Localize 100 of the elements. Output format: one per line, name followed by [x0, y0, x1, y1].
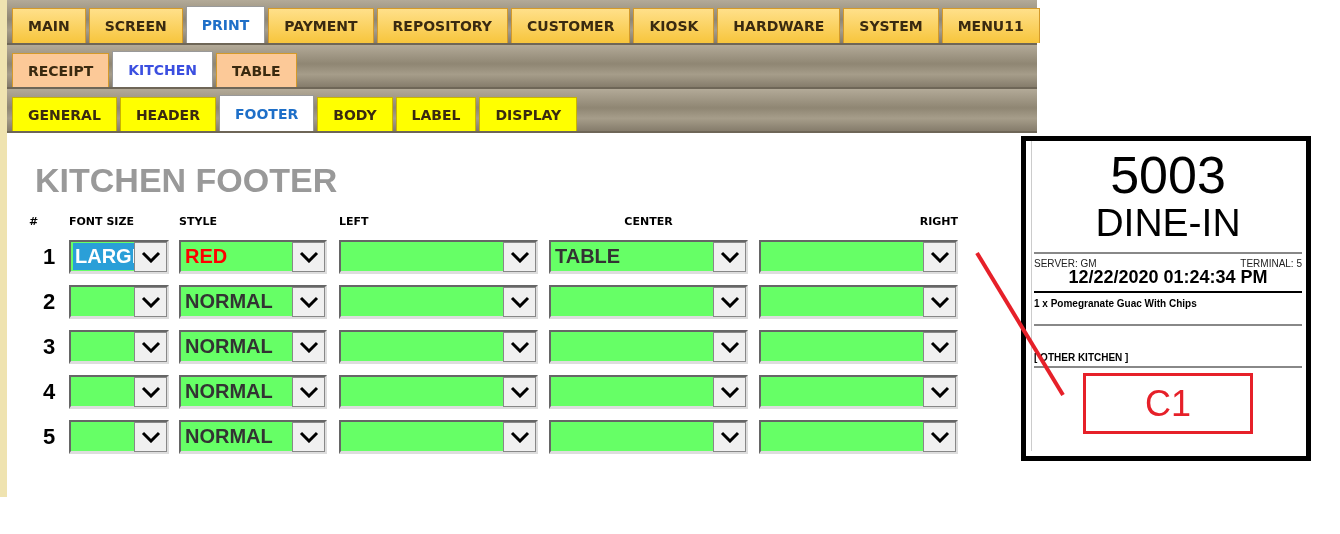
tab[interactable]: MENU11	[941, 8, 1040, 43]
column-header: RIGHT	[919, 215, 958, 229]
dropdown-button[interactable]	[292, 287, 325, 317]
tab[interactable]: MAIN	[12, 8, 86, 43]
chevron-down-icon	[298, 251, 319, 263]
dropdown-button[interactable]	[503, 242, 536, 272]
dropdown-button[interactable]	[923, 242, 956, 272]
field-value: NORMAL	[184, 425, 274, 448]
chevron-down-icon	[140, 296, 161, 308]
tab[interactable]: TABLE	[216, 53, 297, 87]
order-number: 5003	[1109, 149, 1227, 201]
dropdown-button[interactable]	[503, 422, 536, 452]
dropdown-button[interactable]	[713, 422, 746, 452]
dropdown-field[interactable]	[549, 285, 748, 319]
dropdown-field[interactable]	[339, 420, 538, 454]
dropdown-field[interactable]: NORMAL	[179, 330, 327, 364]
chevron-down-icon	[140, 431, 161, 443]
row-number: 1	[41, 244, 57, 270]
dropdown-field[interactable]: NORMAL	[179, 285, 327, 319]
dropdown-field[interactable]	[549, 375, 748, 409]
chevron-down-icon	[719, 251, 740, 263]
column-header: STYLE	[179, 215, 217, 229]
tab[interactable]: SYSTEM	[843, 8, 939, 43]
chevron-down-icon	[719, 386, 740, 398]
chevron-down-icon	[298, 296, 319, 308]
chevron-down-icon	[929, 431, 950, 443]
dropdown-button[interactable]	[134, 287, 167, 317]
chevron-down-icon	[509, 296, 530, 308]
chevron-down-icon	[509, 431, 530, 443]
dropdown-button[interactable]	[923, 377, 956, 407]
tab[interactable]: PAYMENT	[268, 8, 374, 43]
dropdown-field[interactable]	[759, 285, 958, 319]
dropdown-button[interactable]	[923, 422, 956, 452]
dropdown-field[interactable]	[759, 330, 958, 364]
row-number: 2	[41, 289, 57, 315]
dropdown-button[interactable]	[923, 332, 956, 362]
dropdown-field[interactable]: TABLE	[549, 240, 748, 274]
dropdown-button[interactable]	[134, 242, 167, 272]
dropdown-button[interactable]	[503, 332, 536, 362]
tab[interactable]: BODY	[317, 97, 393, 131]
dropdown-field[interactable]	[549, 330, 748, 364]
dropdown-button[interactable]	[292, 422, 325, 452]
tab[interactable]: HARDWARE	[717, 8, 841, 43]
tab[interactable]: PRINT	[185, 6, 266, 43]
dropdown-button[interactable]	[292, 242, 325, 272]
dropdown-field[interactable]	[339, 375, 538, 409]
chevron-down-icon	[509, 251, 530, 263]
order-type: DINE-IN	[1094, 203, 1242, 242]
chevron-down-icon	[140, 386, 161, 398]
dropdown-button[interactable]	[713, 242, 746, 272]
chevron-down-icon	[298, 386, 319, 398]
dropdown-button[interactable]	[713, 377, 746, 407]
tab[interactable]: RECEIPT	[12, 53, 110, 87]
dropdown-button[interactable]	[292, 377, 325, 407]
dropdown-field[interactable]	[339, 285, 538, 319]
tab[interactable]: FOOTER	[218, 95, 315, 131]
dropdown-button[interactable]	[713, 287, 746, 317]
dropdown-button[interactable]	[713, 332, 746, 362]
dropdown-button[interactable]	[134, 422, 167, 452]
server-label: SERVER: GM	[1034, 258, 1097, 269]
tab[interactable]: SCREEN	[88, 8, 183, 43]
dropdown-field[interactable]	[759, 420, 958, 454]
tab[interactable]: KITCHEN	[112, 51, 214, 87]
dropdown-field[interactable]	[69, 285, 169, 319]
receipt-datetime: 12/22/2020 01:24:34 PM	[1067, 267, 1269, 288]
dropdown-button[interactable]	[923, 287, 956, 317]
dropdown-field[interactable]: NORMAL	[179, 375, 327, 409]
dropdown-field[interactable]	[69, 330, 169, 364]
tab[interactable]: HEADER	[119, 97, 216, 131]
dropdown-field[interactable]	[339, 240, 538, 274]
chevron-down-icon	[929, 296, 950, 308]
tab[interactable]: REPOSITORY	[376, 8, 508, 43]
field-value: NORMAL	[184, 335, 274, 358]
dropdown-field[interactable]	[339, 330, 538, 364]
chevron-down-icon	[719, 431, 740, 443]
tab[interactable]: CUSTOMER	[511, 8, 631, 43]
tab[interactable]: GENERAL	[12, 97, 117, 131]
dropdown-field[interactable]	[69, 420, 169, 454]
terminal-label: TERMINAL: 5	[1240, 258, 1302, 269]
tab[interactable]: KIOSK	[633, 8, 715, 43]
page-title: KITCHEN FOOTER	[35, 161, 339, 201]
dropdown-button[interactable]	[292, 332, 325, 362]
dropdown-button[interactable]	[503, 377, 536, 407]
dropdown-button[interactable]	[134, 377, 167, 407]
tab[interactable]: LABEL	[395, 97, 477, 131]
dropdown-field[interactable]	[69, 375, 169, 409]
dropdown-field[interactable]	[759, 240, 958, 274]
tab[interactable]: DISPLAY	[479, 97, 578, 131]
chevron-down-icon	[140, 341, 161, 353]
chevron-down-icon	[140, 251, 161, 263]
column-header: LEFT	[339, 215, 369, 229]
dropdown-field[interactable]	[549, 420, 748, 454]
dropdown-field[interactable]	[759, 375, 958, 409]
row-number: 4	[41, 379, 57, 405]
dropdown-button[interactable]	[134, 332, 167, 362]
dropdown-button[interactable]	[503, 287, 536, 317]
dropdown-field[interactable]: NORMAL	[179, 420, 327, 454]
chevron-down-icon	[509, 386, 530, 398]
field-value: NORMAL	[184, 380, 274, 403]
field-value: NORMAL	[184, 290, 274, 313]
